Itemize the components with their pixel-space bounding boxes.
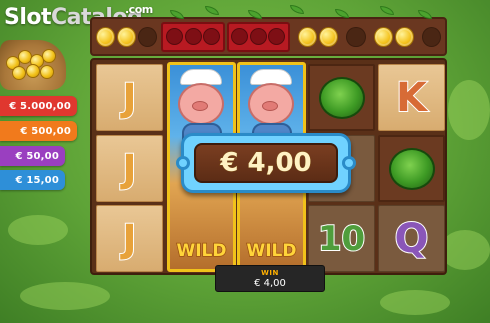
grass-patch <box>440 230 490 270</box>
top-collection-row <box>90 17 447 56</box>
symbol-k: K <box>378 64 445 131</box>
empty-slot <box>421 26 441 47</box>
vine-leaf-icon <box>290 5 304 14</box>
jackpot-grand: € 5.000,00 <box>0 96 77 116</box>
red-crate-icon <box>161 21 225 52</box>
grass-patch <box>20 282 110 310</box>
symbol-j-label: J <box>121 75 137 121</box>
cabbage-symbol <box>378 135 445 202</box>
win-display: WIN € 4,00 <box>215 265 325 292</box>
pig-snout <box>262 101 278 111</box>
wild-label: WILD <box>246 240 298 262</box>
watermark-suffix: .com <box>125 3 153 16</box>
symbol-k-label: K <box>395 74 428 122</box>
watermark-part1: Slot <box>4 5 52 30</box>
basket-coin-icon <box>26 64 40 78</box>
red-crate-icon <box>226 21 291 52</box>
cabbage-symbol <box>308 64 375 131</box>
vine-leaf-icon <box>205 6 219 15</box>
gold-coin-icon <box>298 26 318 47</box>
cabbage-icon <box>318 76 365 119</box>
symbol-ten-label: 10 <box>317 218 366 260</box>
gold-coin-icon <box>117 26 137 47</box>
symbol-j: J <box>96 205 163 272</box>
symbol-q-label: Q <box>393 215 429 263</box>
symbol-j-label: J <box>121 216 137 262</box>
wild-label: WILD <box>176 240 228 262</box>
gold-coin-icon <box>96 26 116 47</box>
symbol-q: Q <box>378 205 445 272</box>
symbol-j: J <box>96 135 163 202</box>
crate-hole <box>203 28 221 45</box>
pig-snout <box>192 101 208 111</box>
crate-hole <box>268 28 286 45</box>
grass-patch <box>448 80 490 140</box>
jackpot-major: € 500,00 <box>0 121 77 141</box>
gold-coin-icon <box>319 26 339 47</box>
crate-hole <box>249 28 267 45</box>
basket-coin-icon <box>12 66 26 80</box>
empty-slot <box>138 26 158 47</box>
grass-patch <box>8 215 68 245</box>
jackpot-basket <box>0 40 66 90</box>
gold-coin-icon <box>394 26 414 47</box>
win-popup-panel: € 4,00 <box>194 143 338 183</box>
win-popup-amount: € 4,00 <box>220 148 312 179</box>
symbol-j-label: J <box>121 146 137 192</box>
cabbage-icon <box>388 147 435 190</box>
basket-coin-icon <box>40 65 54 79</box>
jackpot-minor: € 50,00 <box>0 146 65 166</box>
symbol-ten: 10 <box>308 205 375 272</box>
win-value: € 4,00 <box>254 277 286 289</box>
crate-hole <box>184 28 202 45</box>
gold-coin-icon <box>373 26 393 47</box>
crate-hole <box>166 28 184 45</box>
vine-leaf-icon <box>380 6 394 15</box>
jackpot-mini: € 15,00 <box>0 170 65 190</box>
win-popup: € 4,00 <box>176 133 356 193</box>
symbol-j: J <box>96 64 163 131</box>
crate-hole <box>231 28 249 45</box>
grass-patch <box>380 290 450 315</box>
plaque-curl-left <box>176 156 190 170</box>
plaque-curl-right <box>342 156 356 170</box>
basket-coin-icon <box>42 49 56 63</box>
win-label: WIN <box>261 268 279 277</box>
empty-slot <box>346 26 366 47</box>
